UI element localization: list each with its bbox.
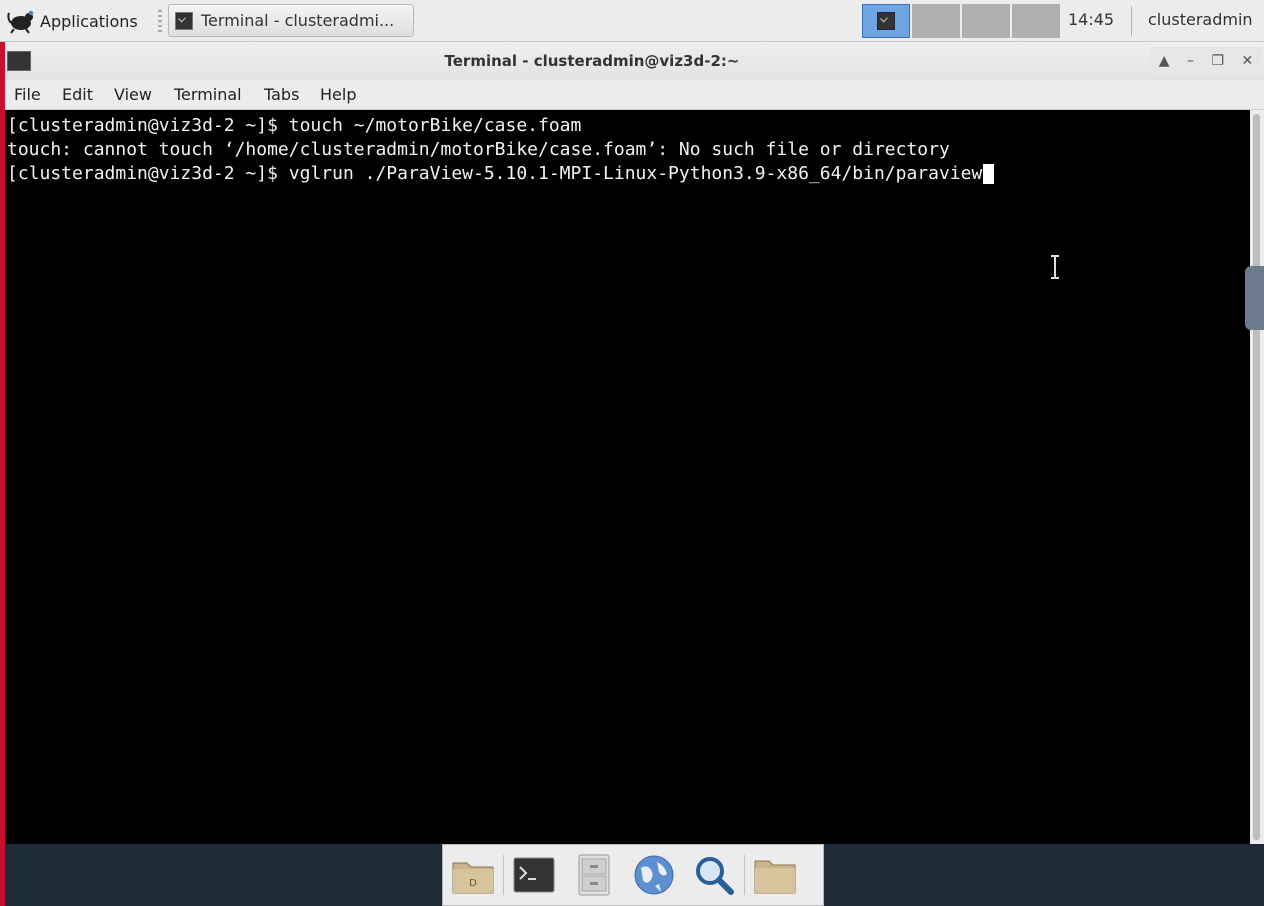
search-icon[interactable]	[684, 845, 744, 905]
svg-text:D: D	[469, 878, 477, 889]
menu-edit[interactable]: Edit	[62, 85, 93, 104]
taskbar-terminal-button[interactable]: Terminal - clusteradmi...	[168, 4, 414, 37]
top-panel: Applications Terminal - clusteradmi... 1…	[0, 0, 1264, 42]
folder-icon[interactable]	[745, 845, 805, 905]
workspace-1[interactable]	[862, 4, 910, 38]
minimize-icon[interactable]: –	[1187, 53, 1194, 69]
terminal-line: touch: cannot touch ‘/home/clusteradmin/…	[7, 139, 950, 160]
user-menu[interactable]: clusteradmin	[1148, 10, 1253, 29]
menu-bar: File Edit View Terminal Tabs Help	[0, 80, 1264, 110]
workspace-2[interactable]	[912, 4, 960, 38]
close-icon[interactable]: ✕	[1241, 53, 1253, 69]
dock: D	[442, 844, 824, 906]
panel-divider	[1131, 6, 1132, 36]
terminal-window-thumbnail-icon	[877, 12, 895, 30]
ibeam-cursor-icon	[1051, 255, 1059, 279]
left-edge-strip	[0, 42, 5, 906]
menu-tabs[interactable]: Tabs	[264, 85, 299, 104]
scrollbar-thumb[interactable]	[1253, 114, 1260, 840]
maximize-icon[interactable]: ❐	[1211, 53, 1224, 69]
shade-up-icon[interactable]: ▲	[1159, 53, 1170, 69]
workspace-switcher	[862, 4, 1060, 38]
file-cabinet-icon[interactable]	[564, 845, 624, 905]
workspace-3[interactable]	[962, 4, 1010, 38]
window-title: Terminal - clusteradmin@viz3d-2:~	[444, 52, 740, 70]
menu-view[interactable]: View	[114, 85, 152, 104]
menu-file[interactable]: File	[14, 85, 41, 104]
web-browser-icon[interactable]	[624, 845, 684, 905]
panel-separator	[158, 10, 162, 32]
text-cursor	[983, 164, 995, 184]
terminal-icon	[175, 11, 193, 30]
window-titlebar[interactable]: Terminal - clusteradmin@viz3d-2:~ ▲ – ❐ …	[0, 42, 1264, 80]
menu-terminal[interactable]: Terminal	[174, 85, 242, 104]
terminal-current-command: [clusteradmin@viz3d-2 ~]$ vglrun ./ParaV…	[7, 163, 983, 184]
clock[interactable]: 14:45	[1068, 10, 1114, 29]
applications-menu-button[interactable]: Applications	[6, 6, 138, 36]
terminal-scrollbar[interactable]	[1250, 110, 1264, 844]
xfce-mouse-logo-icon	[7, 10, 34, 34]
applications-label: Applications	[40, 11, 138, 31]
menu-help[interactable]: Help	[320, 85, 356, 104]
side-panel-handle[interactable]	[1245, 266, 1264, 330]
terminal-line: [clusteradmin@viz3d-2 ~]$ touch ~/motorB…	[7, 115, 582, 136]
terminal-icon[interactable]	[504, 845, 564, 905]
terminal-prompt-line: [clusteradmin@viz3d-2 ~]$ vglrun ./ParaV…	[7, 162, 1248, 186]
terminal-window: Terminal - clusteradmin@viz3d-2:~ ▲ – ❐ …	[0, 42, 1264, 844]
taskbar-item-label: Terminal - clusteradmi...	[201, 11, 395, 30]
window-controls: ▲ – ❐ ✕	[1150, 47, 1262, 75]
home-folder-icon[interactable]: D	[443, 845, 503, 905]
terminal-output[interactable]: [clusteradmin@viz3d-2 ~]$ touch ~/motorB…	[5, 110, 1248, 844]
workspace-4[interactable]	[1012, 4, 1060, 38]
